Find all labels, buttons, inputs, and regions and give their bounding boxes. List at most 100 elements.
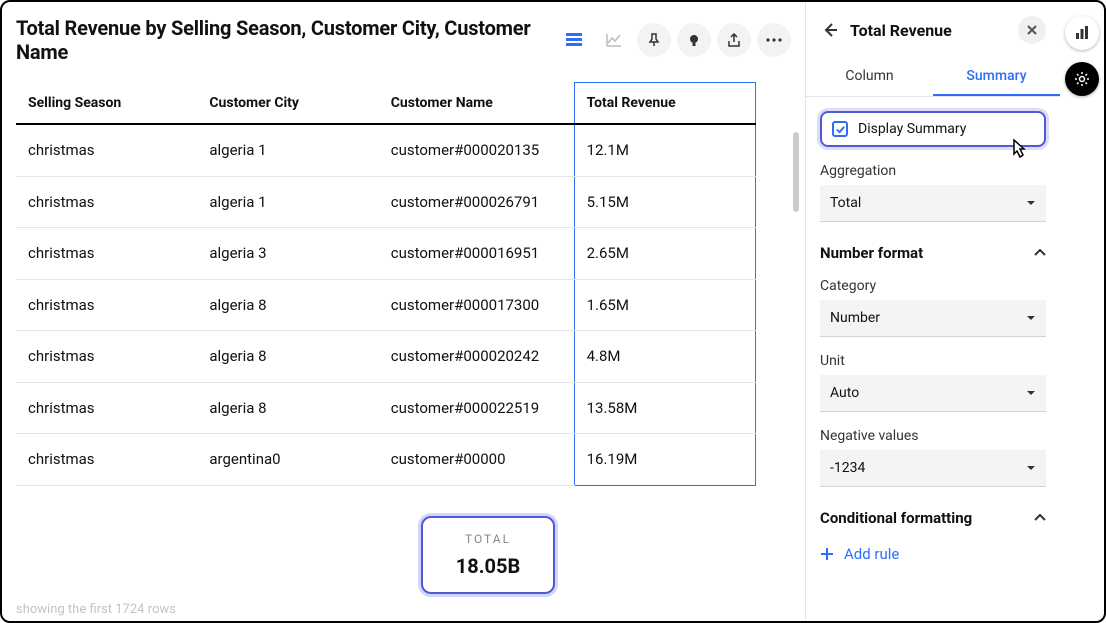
chart-view-button[interactable] — [597, 23, 631, 57]
cell-revenue: 5.15M — [574, 176, 755, 228]
cell-name: customer#000016951 — [379, 228, 574, 280]
cell-city: algeria 8 — [197, 331, 378, 383]
cell-season: christmas — [16, 228, 197, 280]
negative-label: Negative values — [820, 428, 1046, 444]
cell-name: customer#00000 — [379, 434, 574, 486]
category-label: Category — [820, 278, 1046, 294]
cell-revenue: 1.65M — [574, 279, 755, 331]
lightbulb-icon — [687, 33, 701, 47]
cell-season: christmas — [16, 331, 197, 383]
cell-season: christmas — [16, 176, 197, 228]
close-icon — [1026, 24, 1038, 36]
cell-city: algeria 1 — [197, 124, 378, 176]
table-row[interactable]: christmasalgeria 1customer#00002013512.1… — [16, 124, 756, 176]
unit-value: Auto — [830, 385, 859, 401]
cell-city: algeria 1 — [197, 176, 378, 228]
gear-icon — [1074, 71, 1090, 87]
conditional-formatting-title: Conditional formatting — [820, 509, 972, 527]
cell-name: customer#000026791 — [379, 176, 574, 228]
add-rule-button[interactable]: Add rule — [820, 545, 1046, 563]
tab-summary[interactable]: Summary — [933, 58, 1060, 96]
negative-value: -1234 — [830, 460, 865, 476]
cell-name: customer#000020242 — [379, 331, 574, 383]
add-rule-label: Add rule — [844, 545, 899, 563]
pin-button[interactable] — [637, 23, 671, 57]
insights-button[interactable] — [677, 23, 711, 57]
table-row[interactable]: christmasalgeria 8customer#0000173001.65… — [16, 279, 756, 331]
aggregation-value: Total — [830, 195, 861, 211]
page-title: Total Revenue by Selling Season, Custome… — [16, 16, 547, 64]
cell-revenue: 13.58M — [574, 382, 755, 434]
table-scrollbar[interactable] — [793, 132, 799, 212]
unit-select[interactable]: Auto — [820, 375, 1046, 412]
settings-panel-button[interactable] — [1065, 62, 1099, 96]
chart-toolbar — [557, 23, 791, 57]
aggregation-select[interactable]: Total — [820, 185, 1046, 222]
cell-name: customer#000022519 — [379, 382, 574, 434]
chevron-up-icon — [1034, 249, 1046, 257]
data-table-container: Selling Season Customer City Customer Na… — [16, 82, 805, 621]
share-button[interactable] — [717, 23, 751, 57]
cell-revenue: 12.1M — [574, 124, 755, 176]
check-icon — [835, 124, 846, 135]
cell-season: christmas — [16, 434, 197, 486]
col-header-revenue[interactable]: Total Revenue — [574, 83, 755, 125]
tab-column[interactable]: Column — [806, 58, 933, 96]
cell-revenue: 2.65M — [574, 228, 755, 280]
chevron-down-icon — [1026, 390, 1036, 396]
aggregation-label: Aggregation — [820, 163, 1046, 179]
cell-season: christmas — [16, 124, 197, 176]
cell-revenue: 4.8M — [574, 331, 755, 383]
cell-revenue: 16.19M — [574, 434, 755, 486]
pin-icon — [647, 33, 661, 47]
table-row[interactable]: christmasalgeria 8customer#0000202424.8M — [16, 331, 756, 383]
summary-total-box: TOTAL 18.05B — [421, 516, 555, 594]
number-format-title: Number format — [820, 244, 923, 262]
summary-total-value: 18.05B — [456, 554, 520, 578]
row-count-note: showing the first 1724 rows — [16, 602, 176, 617]
data-table: Selling Season Customer City Customer Na… — [16, 82, 756, 486]
cell-city: algeria 8 — [197, 279, 378, 331]
chevron-down-icon — [1026, 465, 1036, 471]
bar-chart-icon — [1074, 25, 1090, 41]
chevron-down-icon — [1026, 315, 1036, 321]
cell-city: argentina0 — [197, 434, 378, 486]
number-format-section[interactable]: Number format — [820, 244, 1046, 262]
more-button[interactable] — [757, 23, 791, 57]
column-settings-panel: Total Revenue Column Summary Display Sum… — [805, 2, 1060, 621]
plus-icon — [820, 547, 834, 561]
chart-panel-button[interactable] — [1065, 16, 1099, 50]
col-header-name[interactable]: Customer Name — [379, 83, 574, 125]
cell-city: algeria 8 — [197, 382, 378, 434]
cell-city: algeria 3 — [197, 228, 378, 280]
cell-name: customer#000017300 — [379, 279, 574, 331]
table-icon — [565, 31, 583, 49]
share-icon — [727, 33, 741, 47]
arrow-left-icon — [822, 22, 838, 38]
panel-back-button[interactable] — [820, 20, 840, 40]
panel-title: Total Revenue — [850, 21, 1008, 40]
category-select[interactable]: Number — [820, 300, 1046, 337]
table-row[interactable]: christmasalgeria 3customer#0000169512.65… — [16, 228, 756, 280]
unit-label: Unit — [820, 353, 1046, 369]
negative-select[interactable]: -1234 — [820, 450, 1046, 487]
table-view-button[interactable] — [557, 23, 591, 57]
table-row[interactable]: christmasargentina0customer#0000016.19M — [16, 434, 756, 486]
table-row[interactable]: christmasalgeria 1customer#0000267915.15… — [16, 176, 756, 228]
cell-season: christmas — [16, 279, 197, 331]
display-summary-checkbox-row[interactable]: Display Summary — [820, 111, 1046, 147]
panel-close-button[interactable] — [1018, 16, 1046, 44]
table-row[interactable]: christmasalgeria 8customer#00002251913.5… — [16, 382, 756, 434]
cell-name: customer#000020135 — [379, 124, 574, 176]
line-chart-icon — [605, 31, 623, 49]
chevron-up-icon — [1034, 514, 1046, 522]
cell-season: christmas — [16, 382, 197, 434]
display-summary-label: Display Summary — [858, 121, 966, 137]
col-header-city[interactable]: Customer City — [197, 83, 378, 125]
col-header-season[interactable]: Selling Season — [16, 83, 197, 125]
summary-total-label: TOTAL — [465, 532, 511, 546]
category-value: Number — [830, 310, 880, 326]
cursor-icon — [1006, 137, 1030, 161]
conditional-formatting-section[interactable]: Conditional formatting — [820, 509, 1046, 527]
display-summary-checkbox[interactable] — [832, 121, 848, 137]
